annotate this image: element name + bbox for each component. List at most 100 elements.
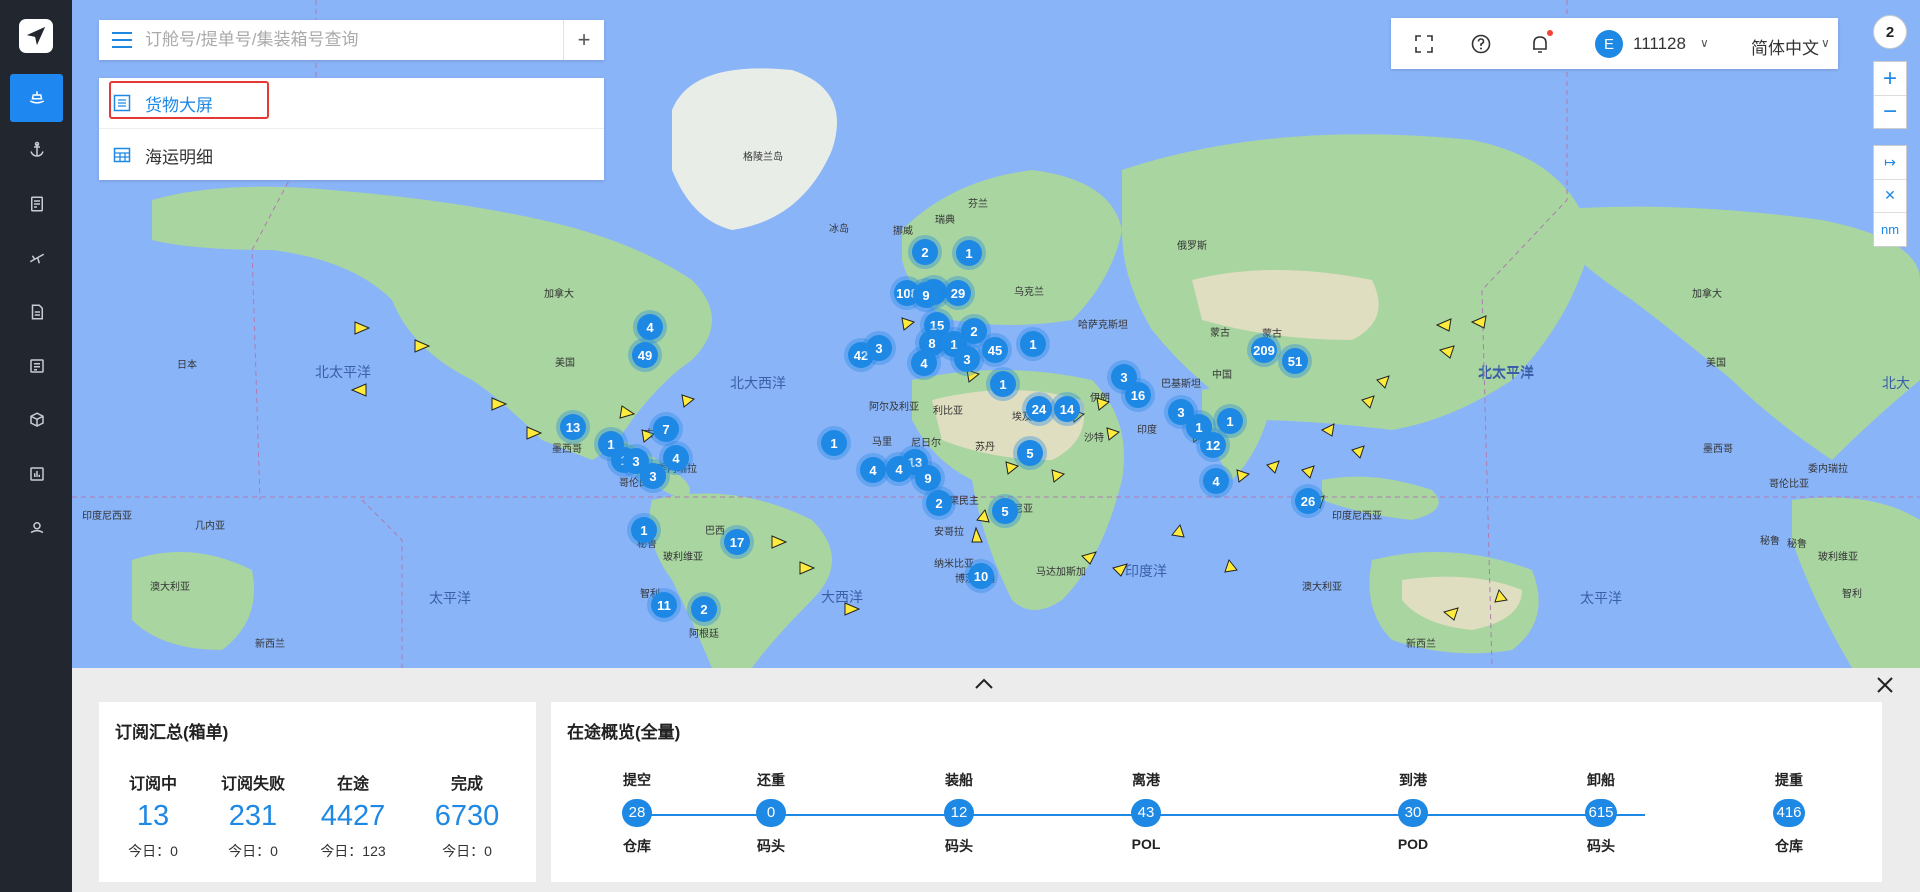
top-toolbar: E 111128 ∨ 简体中文 ∨ (1391, 18, 1838, 69)
vessel-cluster[interactable]: 5 (988, 494, 1022, 528)
land-label: 挪威 (893, 226, 913, 237)
step-pickup-full[interactable]: 提重 416 仓库 (1744, 770, 1834, 856)
land-label: 加拿大 (1692, 289, 1722, 300)
menu-item-shipping-detail[interactable]: 海运明细 (99, 130, 604, 180)
stat-in-transit[interactable]: 在途 4427 今日：123 (303, 770, 403, 861)
vessel-cluster[interactable]: 4 (1199, 464, 1233, 498)
sidebar (0, 0, 72, 892)
vessel-cluster[interactable]: 5 (1013, 436, 1047, 470)
sidebar-item-report[interactable] (10, 450, 63, 498)
unit-nm-button[interactable]: nm (1874, 213, 1906, 246)
land-label: 墨西哥 (1703, 444, 1733, 455)
chevron-down-icon[interactable]: ∨ (1700, 36, 1709, 50)
land-label: 冰岛 (829, 224, 849, 235)
chevron-up-icon[interactable] (972, 676, 996, 692)
vessel-cluster[interactable]: 1 (817, 426, 851, 460)
vessel-cluster[interactable]: 11 (647, 588, 681, 622)
hamburger-menu-icon[interactable] (111, 31, 133, 49)
vessel-cluster[interactable]: 17 (720, 525, 754, 559)
sidebar-item-tracking[interactable] (10, 504, 63, 552)
order-list-icon (30, 196, 43, 212)
step-location: 仓库 (623, 838, 651, 854)
notification-bell-icon[interactable] (1529, 30, 1553, 55)
vessel-cluster[interactable]: 26 (1291, 484, 1325, 518)
step-arrival[interactable]: 到港 30 POD (1368, 770, 1458, 852)
ocean-label: 太平洋 (1580, 590, 1622, 606)
sidebar-item-billing[interactable] (10, 342, 63, 390)
menu-item-cargo-dashboard[interactable]: 货物大屏 (99, 78, 604, 129)
vessel-cluster[interactable]: 10 (964, 559, 998, 593)
vessel-cluster[interactable]: 1 (1016, 327, 1050, 361)
sidebar-item-anchor[interactable] (10, 126, 63, 174)
ocean-label: 北大西洋 (730, 375, 786, 391)
step-count: 0 (756, 799, 786, 827)
land-label: 蒙古 (1210, 328, 1230, 339)
clear-measure-icon[interactable]: ✕ (1874, 179, 1906, 213)
land-label: 玻利维亚 (663, 552, 703, 563)
vessel-cluster[interactable]: 16 (1121, 378, 1155, 412)
vessel-cluster[interactable]: 1 (952, 236, 986, 270)
stat-today: 今日：123 (320, 843, 386, 859)
vessel-cluster[interactable]: 3 (950, 342, 984, 376)
stat-subscribing[interactable]: 订阅中 13 今日：0 (103, 770, 203, 861)
measure-distance-icon[interactable]: ↦ (1874, 146, 1906, 180)
ship-icon (29, 91, 44, 104)
land-label: 芬兰 (968, 199, 988, 210)
document-icon (31, 304, 43, 320)
step-pickup-empty[interactable]: 提空 28 仓库 (592, 770, 682, 856)
step-location: POL (1131, 836, 1161, 852)
stat-completed[interactable]: 完成 6730 今日：0 (417, 770, 517, 861)
land-label: 印度尼西亚 (82, 511, 132, 522)
step-label: 离港 (1132, 772, 1160, 788)
add-button[interactable]: + (563, 20, 604, 60)
vessel-cluster[interactable]: 2 (922, 486, 956, 520)
zoom-out-button[interactable]: − (1874, 95, 1906, 128)
land-label: 俄罗斯 (1177, 241, 1207, 252)
username[interactable]: 111128 (1633, 34, 1686, 54)
language-selector[interactable]: 简体中文 (1751, 34, 1819, 59)
vessel-cluster[interactable]: 1 (986, 367, 1020, 401)
sidebar-item-ship[interactable] (10, 74, 63, 122)
search-input[interactable] (143, 29, 563, 51)
land-label: 新西兰 (255, 639, 285, 650)
land-label: 印度尼西亚 (1332, 511, 1382, 522)
vessel-cluster[interactable]: 1 (1213, 404, 1247, 438)
help-icon[interactable] (1470, 33, 1492, 55)
avatar[interactable]: E (1595, 30, 1623, 58)
stat-today: 今日：0 (442, 843, 492, 859)
land-label: 中国 (1212, 370, 1232, 381)
vessel-cluster[interactable]: 49 (628, 338, 662, 372)
fullscreen-icon[interactable] (1413, 33, 1435, 55)
vessel-cluster[interactable]: 9 (909, 278, 943, 312)
vessel-cluster[interactable]: 1 (627, 513, 661, 547)
layer-count-badge[interactable]: 2 (1873, 15, 1907, 49)
subscription-summary-card: 订阅汇总(箱单) 订阅中 13 今日：0 订阅失败 231 今日：0 在途 44… (99, 702, 536, 882)
vessel-cluster[interactable]: 3 (862, 331, 896, 365)
step-discharge[interactable]: 卸船 615 码头 (1556, 770, 1646, 856)
land-label: 美国 (555, 358, 575, 369)
step-count: 416 (1773, 799, 1805, 827)
close-icon[interactable] (1875, 675, 1895, 695)
step-return-full[interactable]: 还重 0 码头 (726, 770, 816, 856)
vessel-cluster[interactable]: 3 (636, 459, 670, 493)
chevron-down-icon[interactable]: ∨ (1821, 36, 1830, 50)
sidebar-item-document[interactable] (10, 288, 63, 336)
sidebar-item-flight[interactable] (10, 234, 63, 282)
vessel-cluster[interactable]: 14 (1050, 392, 1084, 426)
vessel-cluster[interactable]: 2 (687, 592, 721, 626)
stat-failed[interactable]: 订阅失败 231 今日：0 (203, 770, 303, 861)
vessel-cluster[interactable]: 209 (1247, 333, 1281, 367)
vessel-cluster[interactable]: 4 (907, 346, 941, 380)
plane-icon (29, 253, 44, 264)
ocean-label: 印度洋 (1125, 563, 1167, 579)
vessel-cluster[interactable]: 2 (908, 235, 942, 269)
sidebar-item-orders[interactable] (10, 180, 63, 228)
step-loading[interactable]: 装船 12 码头 (914, 770, 1004, 856)
step-departure[interactable]: 离港 43 POL (1101, 770, 1191, 852)
zoom-in-button[interactable]: + (1874, 62, 1906, 96)
sidebar-item-container[interactable] (10, 396, 63, 444)
vessel-cluster[interactable]: 51 (1278, 344, 1312, 378)
vessel-cluster[interactable]: 13 (556, 410, 590, 444)
logo-icon[interactable] (19, 19, 53, 53)
vessel-cluster[interactable]: 29 (941, 276, 975, 310)
